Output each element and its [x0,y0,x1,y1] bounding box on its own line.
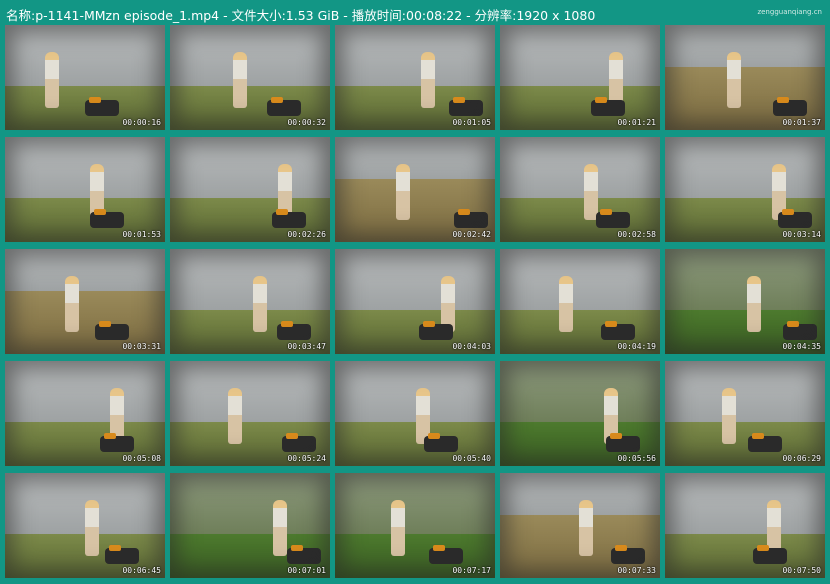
timestamp-label: 00:04:19 [617,342,656,351]
video-thumbnail[interactable]: 00:02:58 [500,137,660,242]
video-thumbnail[interactable]: 00:04:19 [500,249,660,354]
thumbnail-image [500,137,660,242]
video-thumbnail[interactable]: 00:05:56 [500,361,660,466]
video-thumbnail[interactable]: 00:07:50 [665,473,825,578]
timestamp-label: 00:07:17 [452,566,491,575]
thumbnail-image [5,361,165,466]
thumbnail-image [500,249,660,354]
watermark: zengguanqiang.cn [757,8,822,16]
thumbnail-image [500,361,660,466]
timestamp-label: 00:02:26 [287,230,326,239]
thumbnail-image [170,249,330,354]
timestamp-label: 00:03:14 [782,230,821,239]
video-thumbnail[interactable]: 00:06:45 [5,473,165,578]
timestamp-label: 00:07:01 [287,566,326,575]
video-thumbnail[interactable]: 00:05:24 [170,361,330,466]
timestamp-label: 00:02:58 [617,230,656,239]
video-thumbnail[interactable]: 00:04:03 [335,249,495,354]
thumbnail-image [665,25,825,130]
timestamp-label: 00:04:35 [782,342,821,351]
timestamp-label: 00:04:03 [452,342,491,351]
timestamp-label: 00:00:16 [122,118,161,127]
thumbnail-grid: 00:00:16 00:00:32 00:01:05 00:01:21 00:01:37… [5,25,825,578]
thumbnail-image [5,25,165,130]
timestamp-label: 00:06:45 [122,566,161,575]
timestamp-label: 00:01:37 [782,118,821,127]
video-thumbnail[interactable]: 00:02:26 [170,137,330,242]
timestamp-label: 00:05:56 [617,454,656,463]
timestamp-label: 00:01:21 [617,118,656,127]
thumbnail-image [665,361,825,466]
video-thumbnail[interactable]: 00:03:47 [170,249,330,354]
thumbnail-image [335,249,495,354]
timestamp-label: 00:01:53 [122,230,161,239]
thumbnail-image [665,249,825,354]
timestamp-label: 00:03:47 [287,342,326,351]
thumbnail-image [335,137,495,242]
thumbnail-image [335,473,495,578]
file-info-header: 名称:p-1141-MMzn episode_1.mp4 - 文件大小:1.53… [6,8,596,23]
video-thumbnail[interactable]: 00:01:37 [665,25,825,130]
thumbnail-image [335,361,495,466]
thumbnail-image [500,25,660,130]
video-thumbnail[interactable]: 00:04:35 [665,249,825,354]
thumbnail-image [5,249,165,354]
timestamp-label: 00:07:33 [617,566,656,575]
video-thumbnail[interactable]: 00:01:21 [500,25,660,130]
video-thumbnail[interactable]: 00:02:42 [335,137,495,242]
video-thumbnail[interactable]: 00:06:29 [665,361,825,466]
video-thumbnail[interactable]: 00:07:01 [170,473,330,578]
thumbnail-image [665,137,825,242]
timestamp-label: 00:07:50 [782,566,821,575]
thumbnail-image [170,25,330,130]
video-thumbnail[interactable]: 00:01:05 [335,25,495,130]
video-thumbnail[interactable]: 00:05:40 [335,361,495,466]
thumbnail-image [665,473,825,578]
timestamp-label: 00:05:08 [122,454,161,463]
thumbnail-image [335,25,495,130]
thumbnail-image [500,473,660,578]
timestamp-label: 00:00:32 [287,118,326,127]
timestamp-label: 00:06:29 [782,454,821,463]
video-thumbnail[interactable]: 00:05:08 [5,361,165,466]
video-thumbnail[interactable]: 00:03:31 [5,249,165,354]
timestamp-label: 00:05:40 [452,454,491,463]
video-thumbnail[interactable]: 00:00:32 [170,25,330,130]
timestamp-label: 00:01:05 [452,118,491,127]
timestamp-label: 00:02:42 [452,230,491,239]
timestamp-label: 00:03:31 [122,342,161,351]
thumbnail-image [170,361,330,466]
video-thumbnail[interactable]: 00:07:33 [500,473,660,578]
video-thumbnail[interactable]: 00:07:17 [335,473,495,578]
timestamp-label: 00:05:24 [287,454,326,463]
video-thumbnail[interactable]: 00:00:16 [5,25,165,130]
thumbnail-image [5,473,165,578]
thumbnail-image [170,137,330,242]
video-thumbnail[interactable]: 00:01:53 [5,137,165,242]
thumbnail-image [170,473,330,578]
video-thumbnail[interactable]: 00:03:14 [665,137,825,242]
thumbnail-image [5,137,165,242]
